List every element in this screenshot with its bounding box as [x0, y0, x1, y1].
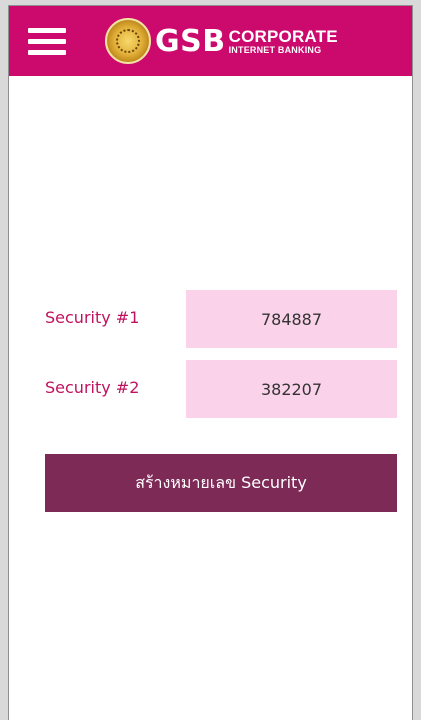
gsb-logo: GSB CORPORATE INTERNET BANKING	[105, 17, 338, 65]
brand-gsb-text: GSB	[155, 23, 226, 59]
menu-bar-middle	[28, 39, 66, 44]
security-2-input[interactable]	[186, 360, 397, 418]
brand-wordmark: GSB CORPORATE INTERNET BANKING	[155, 24, 338, 59]
menu-bar-top	[28, 28, 66, 33]
security-1-input[interactable]	[186, 290, 397, 348]
brand-subtitle: CORPORATE INTERNET BANKING	[229, 28, 338, 55]
app-window: GSB CORPORATE INTERNET BANKING Security …	[8, 5, 413, 720]
gsb-seal-icon	[105, 18, 151, 64]
app-header: GSB CORPORATE INTERNET BANKING	[9, 6, 412, 76]
security-2-row: Security #2	[9, 360, 412, 418]
brand-corporate-text: CORPORATE	[228, 26, 338, 46]
create-security-number-button[interactable]: สร้างหมายเลข Security	[45, 454, 397, 512]
brand-internet-banking-text: INTERNET BANKING	[228, 44, 322, 55]
security-2-label: Security #2	[45, 378, 140, 397]
menu-bar-bottom	[28, 50, 66, 55]
security-1-row: Security #1	[9, 290, 412, 348]
security-1-label: Security #1	[45, 308, 140, 327]
hamburger-menu-icon[interactable]	[28, 26, 66, 56]
